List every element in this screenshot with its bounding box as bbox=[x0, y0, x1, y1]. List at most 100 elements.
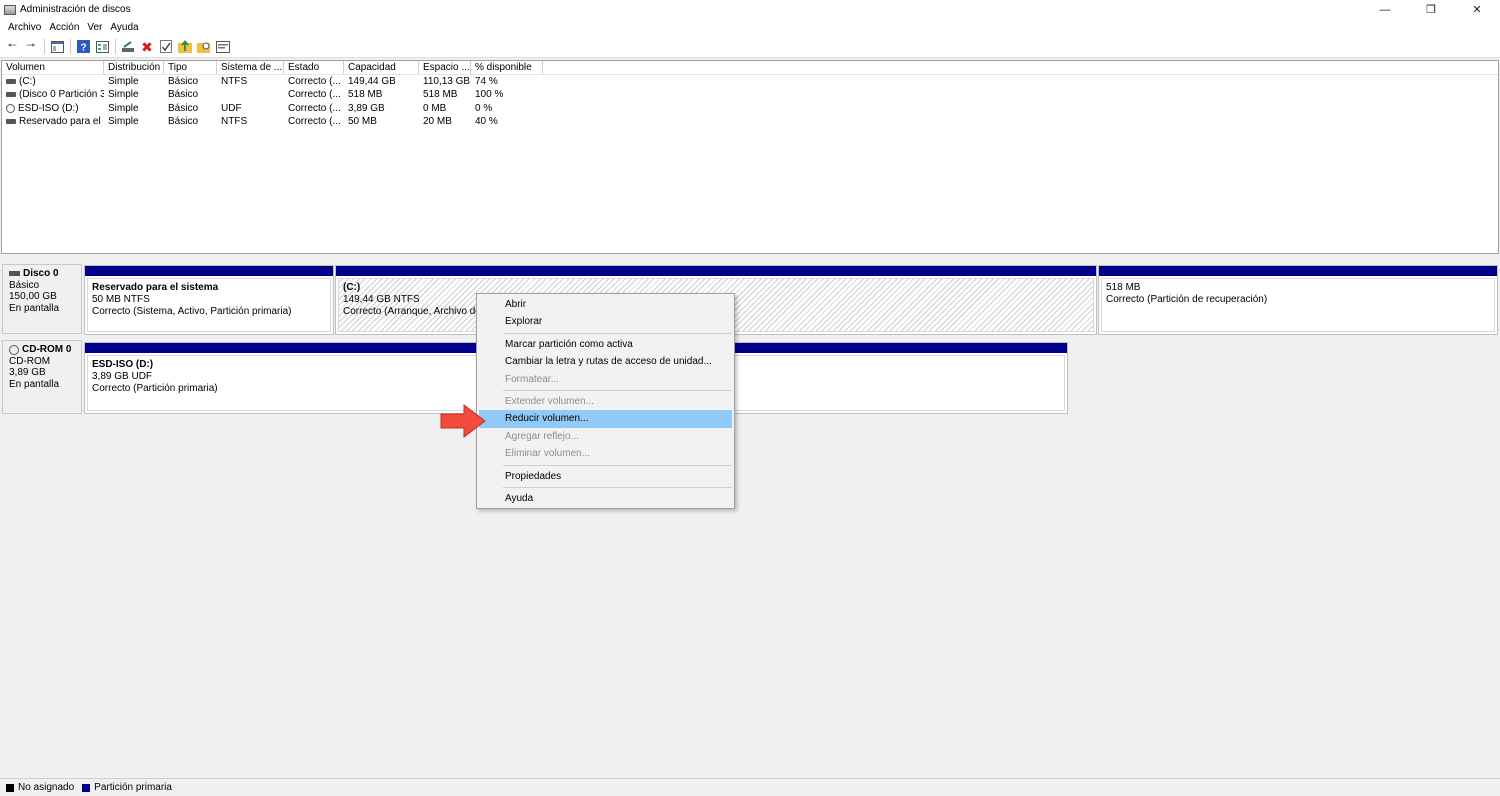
table-cell: NTFS bbox=[221, 115, 248, 127]
restore-icon[interactable]: ❐ bbox=[1408, 0, 1454, 19]
menu-item-eliminar: Eliminar volumen... bbox=[505, 448, 591, 460]
legend-label: Partición primaria bbox=[94, 782, 172, 793]
menu-ayuda[interactable]: Ayuda bbox=[106, 22, 142, 33]
minimize-icon[interactable]: — bbox=[1362, 0, 1408, 19]
column-header[interactable]: % disponible bbox=[471, 61, 543, 74]
menu-item-marcar-activa[interactable]: Marcar partición como activa bbox=[479, 336, 732, 353]
window-controls: — ❐ ✕ bbox=[1362, 0, 1500, 19]
table-cell: 110,13 GB bbox=[423, 76, 471, 87]
cd-drive-icon bbox=[6, 103, 15, 113]
table-cell: Correcto (... bbox=[288, 115, 341, 127]
partition-recovery[interactable]: 518 MB Correcto (Partición de recuperaci… bbox=[1098, 265, 1498, 335]
cdrom-0-label[interactable]: CD-ROM 0 CD-ROM 3,89 GB En pantalla bbox=[2, 340, 82, 414]
partition-body: Reservado para el sistema 50 MB NTFS Cor… bbox=[87, 278, 331, 332]
cell-text: (C:) bbox=[19, 76, 36, 88]
help-icon[interactable]: ? bbox=[75, 39, 91, 55]
table-row[interactable]: Reservado para el ... Simple Básico NTFS… bbox=[2, 115, 1498, 128]
menu-item-explorar[interactable]: Explorar bbox=[479, 313, 732, 330]
check-icon[interactable] bbox=[158, 39, 174, 55]
menu-ver[interactable]: Ver bbox=[83, 22, 106, 33]
table-cell: 20 MB bbox=[423, 115, 452, 127]
properties-icon[interactable] bbox=[94, 39, 110, 55]
folder-up-icon[interactable] bbox=[177, 39, 193, 55]
table-row[interactable]: (Disco 0 Partición 3) Simple Básico Corr… bbox=[2, 88, 1498, 101]
column-header[interactable]: Tipo bbox=[164, 61, 217, 74]
menu-item-agregar-reflejo: Agregar reflejo... bbox=[505, 430, 579, 442]
cd-drive-icon bbox=[9, 344, 19, 355]
disk-icon bbox=[9, 271, 20, 277]
disk-0-label[interactable]: Disco 0 Básico 150,00 GB En pantalla bbox=[2, 264, 82, 334]
menu-bar: Archivo Acción Ver Ayuda bbox=[0, 19, 1500, 36]
column-header[interactable]: Sistema de ... bbox=[217, 61, 284, 74]
legend-swatch-unallocated bbox=[6, 783, 14, 792]
table-cell: 518 MB bbox=[423, 89, 458, 101]
menu-item-abrir[interactable]: Abrir bbox=[479, 296, 732, 313]
table-cell: Simple bbox=[108, 115, 139, 127]
partition-status: Correcto (Partición de recuperación) bbox=[1106, 294, 1268, 305]
volume-name-cell: (C:) bbox=[2, 75, 104, 88]
partition-bar bbox=[336, 266, 1096, 276]
cell-text: Reservado para el ... bbox=[19, 116, 104, 128]
menu-archivo[interactable]: Archivo bbox=[4, 22, 45, 33]
column-header[interactable]: Estado bbox=[284, 61, 344, 74]
volume-icon bbox=[6, 92, 16, 98]
connect-icon[interactable] bbox=[120, 39, 136, 55]
disk-status: En pantalla bbox=[9, 302, 60, 314]
partition-size: 50 MB NTFS bbox=[92, 294, 150, 305]
table-cell: Básico bbox=[168, 115, 199, 127]
legend-bar: No asignado Partición primaria bbox=[0, 778, 1500, 796]
partition-body: 518 MB Correcto (Partición de recuperaci… bbox=[1101, 278, 1495, 332]
table-cell: Básico bbox=[168, 76, 199, 87]
volume-icon bbox=[6, 119, 16, 125]
close-icon[interactable]: ✕ bbox=[1454, 0, 1500, 19]
table-cell: 74 % bbox=[475, 76, 498, 87]
table-cell: 50 MB bbox=[348, 115, 377, 127]
menu-item-cambiar-letra[interactable]: Cambiar la letra y rutas de acceso de un… bbox=[479, 353, 732, 370]
table-cell: Básico bbox=[168, 102, 199, 114]
table-row[interactable]: ESD-ISO (D:) Simple Básico UDF Correcto … bbox=[2, 102, 1498, 115]
delete-icon[interactable]: ✖ bbox=[139, 39, 155, 55]
table-cell: Correcto (... bbox=[288, 102, 341, 114]
table-cell: 40 % bbox=[475, 115, 498, 127]
volume-name-cell: (Disco 0 Partición 3) bbox=[2, 88, 104, 101]
cell-text: ESD-ISO (D:) bbox=[18, 102, 79, 114]
legend-label: No asignado bbox=[18, 782, 75, 793]
view-icon[interactable] bbox=[215, 39, 231, 55]
menu-item-reducir[interactable]: Reducir volumen... bbox=[479, 410, 732, 428]
column-header[interactable]: Espacio ... bbox=[419, 61, 471, 74]
disk-name-text: Disco 0 bbox=[23, 268, 59, 279]
svg-text:?: ? bbox=[80, 43, 86, 54]
column-header[interactable]: Volumen bbox=[2, 61, 104, 74]
volume-list: Volumen Distribución Tipo Sistema de ...… bbox=[1, 60, 1499, 254]
table-cell: 518 MB bbox=[348, 89, 383, 101]
table-row[interactable]: (C:) Simple Básico NTFS Correcto (... 14… bbox=[2, 75, 1498, 88]
legend-swatch-primary bbox=[82, 783, 91, 792]
menu-item-propiedades[interactable]: Propiedades bbox=[479, 468, 732, 485]
column-header[interactable]: Distribución bbox=[104, 61, 164, 74]
toolbar: 🠔 🠖 ? ✖ bbox=[0, 36, 1500, 58]
menu-item-formatear: Formatear... bbox=[505, 373, 559, 385]
menu-separator bbox=[503, 464, 732, 466]
menu-separator bbox=[503, 332, 732, 334]
disk-size: 150,00 GB bbox=[9, 291, 57, 302]
menu-separator bbox=[503, 486, 732, 488]
console-icon[interactable] bbox=[49, 39, 65, 55]
window-title: Administración de discos bbox=[20, 4, 131, 15]
table-cell: Correcto (... bbox=[288, 89, 341, 101]
back-icon[interactable]: 🠔 bbox=[4, 39, 20, 55]
menu-item-ayuda[interactable]: Ayuda bbox=[479, 490, 732, 507]
disk-graph-pane: Disco 0 Básico 150,00 GB En pantalla Res… bbox=[0, 256, 1500, 776]
table-cell: Correcto (... bbox=[288, 76, 341, 87]
partition-reserved[interactable]: Reservado para el sistema 50 MB NTFS Cor… bbox=[84, 265, 334, 335]
column-header[interactable]: Capacidad bbox=[344, 61, 419, 74]
table-cell bbox=[217, 88, 284, 101]
table-cell: NTFS bbox=[221, 76, 248, 87]
forward-icon[interactable]: 🠖 bbox=[23, 39, 39, 55]
cell-text: (Disco 0 Partición 3) bbox=[19, 89, 104, 101]
table-cell: Simple bbox=[108, 89, 139, 101]
folder-search-icon[interactable] bbox=[196, 39, 212, 55]
pointer-arrow-icon bbox=[440, 404, 486, 438]
menu-item-extender: Extender volumen... bbox=[505, 395, 594, 407]
menu-accion[interactable]: Acción bbox=[45, 22, 83, 33]
disk-status: En pantalla bbox=[9, 378, 60, 390]
